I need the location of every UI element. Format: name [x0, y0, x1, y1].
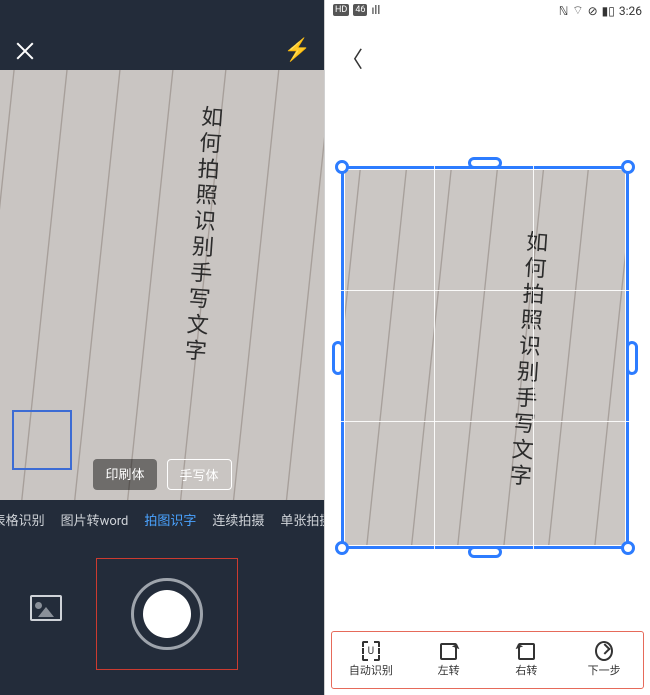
crop-handle-tr[interactable] [621, 160, 635, 174]
status-bt: ⌔ [572, 3, 583, 18]
crop-grid-line [341, 421, 629, 422]
next-button[interactable]: 下一步 [565, 632, 643, 688]
gallery-icon[interactable] [30, 595, 62, 621]
font-type-toggle: 印刷体 手写体 [0, 459, 325, 490]
rotate-left-button[interactable]: 左转 [410, 632, 488, 688]
crop-edit-screen: HD 46 ıll ℕ ⌔ ⊘ ▮▯ 3:26 〈 如何拍照识别手写文字 [325, 0, 650, 695]
rotate-left-label: 左转 [438, 662, 460, 678]
rotate-left-icon [440, 642, 458, 660]
back-icon[interactable]: 〈 [333, 38, 371, 78]
mode-table[interactable]: 表格识别 [0, 510, 45, 529]
status-hd: HD [333, 4, 349, 16]
handwriting-sample: 如何拍照识别手写文字 [188, 105, 216, 445]
shutter-inner [143, 590, 191, 638]
crop-handle-left[interactable] [332, 341, 344, 375]
mode-burst[interactable]: 连续拍摄 [212, 510, 264, 529]
rotate-right-button[interactable]: 右转 [488, 632, 566, 688]
mode-ocr[interactable]: 拍图识字 [144, 510, 196, 529]
status-nfc: ℕ [559, 4, 569, 18]
crop-grid-line [533, 166, 534, 549]
crop-handle-bottom[interactable] [468, 546, 502, 558]
crop-handle-top[interactable] [468, 157, 502, 169]
shutter-highlight [96, 558, 238, 670]
status-dnd: ⊘ [588, 4, 598, 18]
crop-area[interactable]: 如何拍照识别手写文字 [335, 160, 635, 555]
status-bar: HD 46 ıll ℕ ⌔ ⊘ ▮▯ 3:26 [325, 0, 650, 22]
status-signal: ıll [371, 3, 380, 17]
status-time: 3:26 [619, 4, 642, 18]
close-icon[interactable] [14, 40, 36, 62]
crop-toolbar: U 自动识别 左转 右转 下一步 [331, 631, 644, 689]
crop-handle-bl[interactable] [335, 541, 349, 555]
status-net: 46 [353, 4, 367, 16]
crop-handle-br[interactable] [621, 541, 635, 555]
auto-detect-label: 自动识别 [349, 662, 393, 678]
font-type-printed[interactable]: 印刷体 [93, 459, 156, 490]
camera-capture-screen: ⚡ 如何拍照识别手写文字 印刷体 手写体 表格识别 图片转word 拍图识字 连… [0, 0, 325, 695]
crop-grid-line [341, 290, 629, 291]
rotate-right-label: 右转 [515, 662, 537, 678]
camera-viewfinder: 如何拍照识别手写文字 印刷体 手写体 [0, 70, 325, 500]
font-type-handwritten[interactable]: 手写体 [167, 459, 232, 490]
auto-detect-button[interactable]: U 自动识别 [332, 632, 410, 688]
rotate-right-icon [517, 642, 535, 660]
capture-mode-row[interactable]: 表格识别 图片转word 拍图识字 连续拍摄 单张拍摄 [0, 504, 325, 534]
crop-handle-right[interactable] [626, 341, 638, 375]
crop-handle-tl[interactable] [335, 160, 349, 174]
flash-icon[interactable]: ⚡ [284, 38, 311, 63]
camera-topbar: ⚡ [0, 0, 325, 70]
auto-detect-icon: U [362, 642, 380, 660]
next-label: 下一步 [588, 662, 621, 678]
crop-grid-line [434, 166, 435, 549]
next-icon [595, 642, 613, 660]
crop-frame[interactable] [341, 166, 629, 549]
status-batt-icon: ▮▯ [602, 4, 615, 18]
mode-img2word[interactable]: 图片转word [61, 510, 129, 529]
shutter-button[interactable] [131, 578, 203, 650]
